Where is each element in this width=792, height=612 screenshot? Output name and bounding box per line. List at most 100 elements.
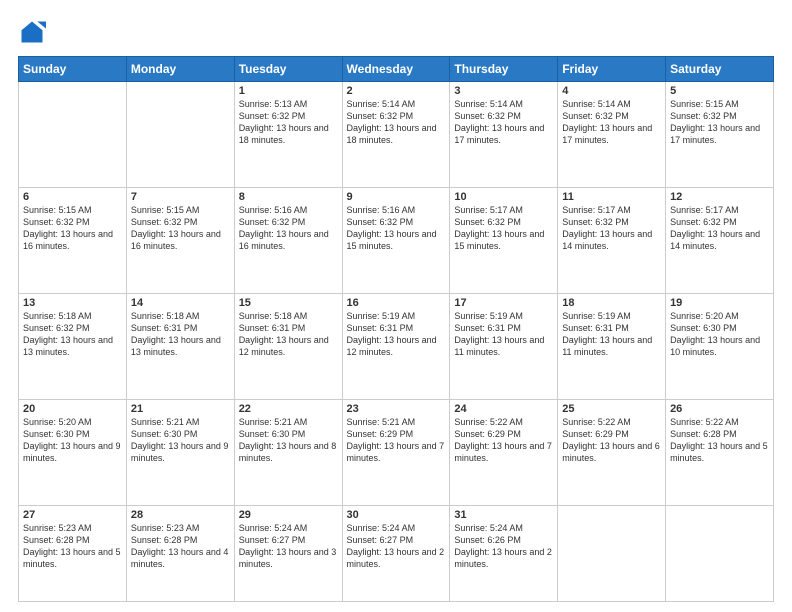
calendar-week-row: 13Sunrise: 5:18 AM Sunset: 6:32 PM Dayli… xyxy=(19,293,774,399)
day-number: 27 xyxy=(23,509,122,521)
day-number: 2 xyxy=(347,85,446,97)
day-number: 8 xyxy=(239,191,338,203)
table-row: 13Sunrise: 5:18 AM Sunset: 6:32 PM Dayli… xyxy=(19,293,127,399)
table-row: 7Sunrise: 5:15 AM Sunset: 6:32 PM Daylig… xyxy=(126,187,234,293)
day-number: 20 xyxy=(23,403,122,415)
calendar-week-row: 20Sunrise: 5:20 AM Sunset: 6:30 PM Dayli… xyxy=(19,399,774,505)
day-number: 21 xyxy=(131,403,230,415)
calendar-week-row: 6Sunrise: 5:15 AM Sunset: 6:32 PM Daylig… xyxy=(19,187,774,293)
table-row: 16Sunrise: 5:19 AM Sunset: 6:31 PM Dayli… xyxy=(342,293,450,399)
table-row: 26Sunrise: 5:22 AM Sunset: 6:28 PM Dayli… xyxy=(666,399,774,505)
day-info: Sunrise: 5:24 AM Sunset: 6:27 PM Dayligh… xyxy=(239,522,338,571)
day-info: Sunrise: 5:18 AM Sunset: 6:32 PM Dayligh… xyxy=(23,310,122,359)
table-row: 9Sunrise: 5:16 AM Sunset: 6:32 PM Daylig… xyxy=(342,187,450,293)
day-info: Sunrise: 5:19 AM Sunset: 6:31 PM Dayligh… xyxy=(454,310,553,359)
day-info: Sunrise: 5:21 AM Sunset: 6:29 PM Dayligh… xyxy=(347,416,446,465)
day-number: 5 xyxy=(670,85,769,97)
table-row: 6Sunrise: 5:15 AM Sunset: 6:32 PM Daylig… xyxy=(19,187,127,293)
table-row: 31Sunrise: 5:24 AM Sunset: 6:26 PM Dayli… xyxy=(450,505,558,601)
col-sunday: Sunday xyxy=(19,57,127,82)
table-row: 18Sunrise: 5:19 AM Sunset: 6:31 PM Dayli… xyxy=(558,293,666,399)
table-row xyxy=(666,505,774,601)
day-info: Sunrise: 5:22 AM Sunset: 6:29 PM Dayligh… xyxy=(562,416,661,465)
day-number: 4 xyxy=(562,85,661,97)
day-number: 13 xyxy=(23,297,122,309)
calendar-week-row: 1Sunrise: 5:13 AM Sunset: 6:32 PM Daylig… xyxy=(19,82,774,188)
day-info: Sunrise: 5:14 AM Sunset: 6:32 PM Dayligh… xyxy=(454,98,553,147)
logo-icon xyxy=(18,18,46,46)
table-row: 15Sunrise: 5:18 AM Sunset: 6:31 PM Dayli… xyxy=(234,293,342,399)
day-info: Sunrise: 5:17 AM Sunset: 6:32 PM Dayligh… xyxy=(454,204,553,253)
table-row: 1Sunrise: 5:13 AM Sunset: 6:32 PM Daylig… xyxy=(234,82,342,188)
col-thursday: Thursday xyxy=(450,57,558,82)
calendar-header-row: Sunday Monday Tuesday Wednesday Thursday… xyxy=(19,57,774,82)
logo xyxy=(18,18,50,46)
col-tuesday: Tuesday xyxy=(234,57,342,82)
day-info: Sunrise: 5:23 AM Sunset: 6:28 PM Dayligh… xyxy=(23,522,122,571)
table-row xyxy=(126,82,234,188)
header xyxy=(18,18,774,46)
day-info: Sunrise: 5:16 AM Sunset: 6:32 PM Dayligh… xyxy=(347,204,446,253)
day-number: 16 xyxy=(347,297,446,309)
calendar-table: Sunday Monday Tuesday Wednesday Thursday… xyxy=(18,56,774,602)
day-info: Sunrise: 5:14 AM Sunset: 6:32 PM Dayligh… xyxy=(562,98,661,147)
table-row: 25Sunrise: 5:22 AM Sunset: 6:29 PM Dayli… xyxy=(558,399,666,505)
table-row xyxy=(19,82,127,188)
table-row xyxy=(558,505,666,601)
table-row: 14Sunrise: 5:18 AM Sunset: 6:31 PM Dayli… xyxy=(126,293,234,399)
day-number: 15 xyxy=(239,297,338,309)
table-row: 22Sunrise: 5:21 AM Sunset: 6:30 PM Dayli… xyxy=(234,399,342,505)
table-row: 21Sunrise: 5:21 AM Sunset: 6:30 PM Dayli… xyxy=(126,399,234,505)
day-number: 1 xyxy=(239,85,338,97)
day-info: Sunrise: 5:20 AM Sunset: 6:30 PM Dayligh… xyxy=(670,310,769,359)
day-number: 28 xyxy=(131,509,230,521)
day-info: Sunrise: 5:20 AM Sunset: 6:30 PM Dayligh… xyxy=(23,416,122,465)
day-info: Sunrise: 5:24 AM Sunset: 6:27 PM Dayligh… xyxy=(347,522,446,571)
day-info: Sunrise: 5:16 AM Sunset: 6:32 PM Dayligh… xyxy=(239,204,338,253)
day-number: 11 xyxy=(562,191,661,203)
table-row: 27Sunrise: 5:23 AM Sunset: 6:28 PM Dayli… xyxy=(19,505,127,601)
day-info: Sunrise: 5:15 AM Sunset: 6:32 PM Dayligh… xyxy=(23,204,122,253)
day-info: Sunrise: 5:18 AM Sunset: 6:31 PM Dayligh… xyxy=(239,310,338,359)
day-info: Sunrise: 5:17 AM Sunset: 6:32 PM Dayligh… xyxy=(670,204,769,253)
day-info: Sunrise: 5:15 AM Sunset: 6:32 PM Dayligh… xyxy=(670,98,769,147)
day-info: Sunrise: 5:18 AM Sunset: 6:31 PM Dayligh… xyxy=(131,310,230,359)
table-row: 24Sunrise: 5:22 AM Sunset: 6:29 PM Dayli… xyxy=(450,399,558,505)
day-info: Sunrise: 5:14 AM Sunset: 6:32 PM Dayligh… xyxy=(347,98,446,147)
day-number: 7 xyxy=(131,191,230,203)
day-info: Sunrise: 5:19 AM Sunset: 6:31 PM Dayligh… xyxy=(562,310,661,359)
day-number: 23 xyxy=(347,403,446,415)
day-info: Sunrise: 5:23 AM Sunset: 6:28 PM Dayligh… xyxy=(131,522,230,571)
day-number: 31 xyxy=(454,509,553,521)
day-number: 10 xyxy=(454,191,553,203)
day-number: 3 xyxy=(454,85,553,97)
page: Sunday Monday Tuesday Wednesday Thursday… xyxy=(0,0,792,612)
table-row: 2Sunrise: 5:14 AM Sunset: 6:32 PM Daylig… xyxy=(342,82,450,188)
day-number: 29 xyxy=(239,509,338,521)
table-row: 5Sunrise: 5:15 AM Sunset: 6:32 PM Daylig… xyxy=(666,82,774,188)
day-number: 30 xyxy=(347,509,446,521)
day-info: Sunrise: 5:22 AM Sunset: 6:28 PM Dayligh… xyxy=(670,416,769,465)
day-number: 25 xyxy=(562,403,661,415)
table-row: 11Sunrise: 5:17 AM Sunset: 6:32 PM Dayli… xyxy=(558,187,666,293)
table-row: 28Sunrise: 5:23 AM Sunset: 6:28 PM Dayli… xyxy=(126,505,234,601)
table-row: 30Sunrise: 5:24 AM Sunset: 6:27 PM Dayli… xyxy=(342,505,450,601)
col-friday: Friday xyxy=(558,57,666,82)
day-number: 6 xyxy=(23,191,122,203)
table-row: 4Sunrise: 5:14 AM Sunset: 6:32 PM Daylig… xyxy=(558,82,666,188)
col-monday: Monday xyxy=(126,57,234,82)
day-info: Sunrise: 5:17 AM Sunset: 6:32 PM Dayligh… xyxy=(562,204,661,253)
day-number: 19 xyxy=(670,297,769,309)
table-row: 17Sunrise: 5:19 AM Sunset: 6:31 PM Dayli… xyxy=(450,293,558,399)
day-number: 14 xyxy=(131,297,230,309)
table-row: 3Sunrise: 5:14 AM Sunset: 6:32 PM Daylig… xyxy=(450,82,558,188)
table-row: 8Sunrise: 5:16 AM Sunset: 6:32 PM Daylig… xyxy=(234,187,342,293)
day-info: Sunrise: 5:24 AM Sunset: 6:26 PM Dayligh… xyxy=(454,522,553,571)
day-number: 26 xyxy=(670,403,769,415)
day-number: 22 xyxy=(239,403,338,415)
day-number: 9 xyxy=(347,191,446,203)
table-row: 20Sunrise: 5:20 AM Sunset: 6:30 PM Dayli… xyxy=(19,399,127,505)
day-info: Sunrise: 5:15 AM Sunset: 6:32 PM Dayligh… xyxy=(131,204,230,253)
table-row: 10Sunrise: 5:17 AM Sunset: 6:32 PM Dayli… xyxy=(450,187,558,293)
day-info: Sunrise: 5:19 AM Sunset: 6:31 PM Dayligh… xyxy=(347,310,446,359)
